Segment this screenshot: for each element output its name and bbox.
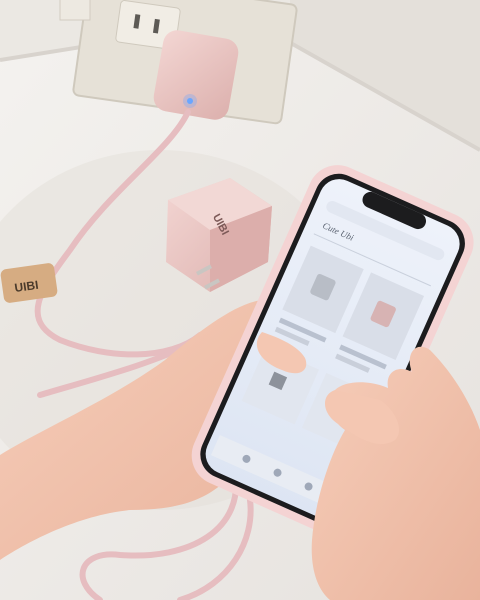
charger-plugged (153, 30, 239, 120)
photo-illustration: UIBI UIBI Cute Ubi (0, 0, 480, 600)
photo-scene: UIBI UIBI Cute Ubi (0, 0, 480, 600)
